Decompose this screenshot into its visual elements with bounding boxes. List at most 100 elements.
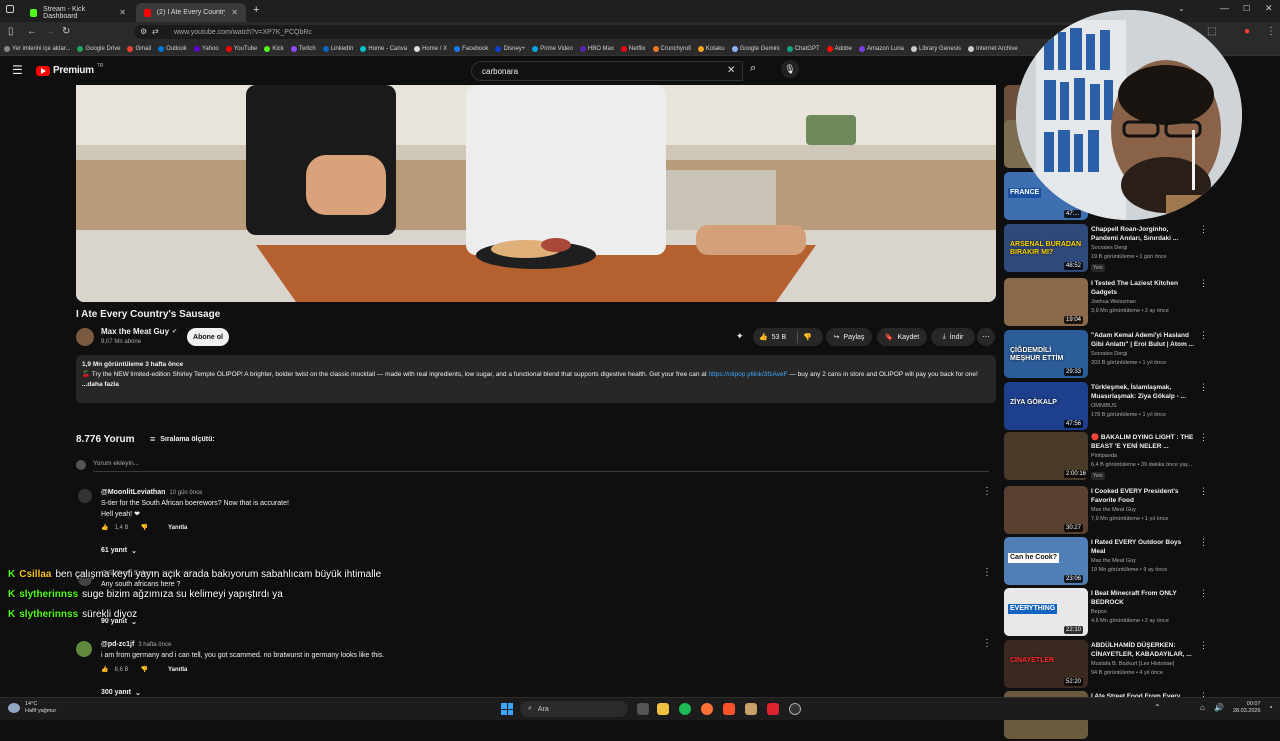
bookmark-adobe[interactable]: Adobe — [826, 45, 852, 52]
tray-chevron-icon[interactable]: ⌃ — [1154, 703, 1161, 712]
channel-name[interactable]: Socrates Dergi — [1091, 351, 1127, 357]
comment-menu-icon[interactable]: ⋮ — [982, 638, 992, 649]
video-menu-icon[interactable]: ⋮ — [1199, 640, 1208, 651]
bookmark-gmail[interactable]: Gmail — [127, 45, 151, 52]
bookmark-prime-video[interactable]: Prime Video — [532, 45, 573, 52]
channel-name[interactable]: Max the Meat Guy — [1091, 558, 1136, 564]
bookmark-internet-archive[interactable]: Internet Archive — [968, 45, 1018, 52]
profile-icon[interactable]: ● — [1244, 26, 1250, 37]
forward-icon[interactable]: → — [45, 26, 55, 37]
word-icon[interactable] — [767, 703, 779, 715]
video-menu-icon[interactable]: ⋮ — [1199, 382, 1208, 393]
show-more-link[interactable]: ...daha fazla — [82, 380, 990, 390]
bookmark-kick[interactable]: Kick — [264, 45, 284, 52]
video-menu-icon[interactable]: ⋮ — [1199, 330, 1208, 341]
notification-icon[interactable]: ◔ — [1268, 703, 1273, 712]
recommended-video[interactable]: 2:00:16 🔴 BAKALIM DYING LIGHT : THE BEAST… — [1004, 432, 1208, 482]
bookmark-outlook[interactable]: Outlook — [158, 45, 187, 52]
bookmark-import[interactable]: Yer imlerini içe aktar... — [4, 45, 70, 52]
subscribe-button[interactable]: Abone ol — [187, 328, 229, 346]
bookmark-youtube[interactable]: YouTube — [225, 45, 257, 52]
video-title[interactable]: I Beat Minecraft From ONLY BEDROCK — [1091, 589, 1196, 607]
bookmark-amazon-luna[interactable]: Amazon Luna — [858, 45, 904, 52]
thumbs-up-icon[interactable]: 👍 — [101, 666, 108, 673]
bookmark-netflix[interactable]: Netflix — [620, 45, 646, 52]
video-menu-icon[interactable]: ⋮ — [1199, 486, 1208, 497]
bookmark-disney[interactable]: Disney+ — [495, 45, 525, 52]
back-icon[interactable]: ← — [27, 26, 37, 37]
comment-avatar[interactable] — [78, 489, 92, 503]
bookmark-facebook[interactable]: Facebook — [454, 45, 488, 52]
spotify-icon[interactable] — [679, 703, 691, 715]
bookmark-kotaku[interactable]: Kotaku — [697, 45, 725, 52]
chevron-down-icon[interactable]: ⌄ — [1178, 4, 1185, 13]
bookmark-gemini[interactable]: Google Gemini — [731, 45, 780, 52]
obs-icon[interactable] — [789, 703, 801, 715]
bookmark-chatgpt[interactable]: ChatGPT — [786, 45, 820, 52]
video-title[interactable]: Chappell Roan-Jorginho, Pandemi Anıları,… — [1091, 225, 1196, 243]
comment-author[interactable]: @pd-zc1jf — [101, 641, 134, 648]
sidebar-toggle-icon[interactable]: ▯ — [8, 26, 14, 37]
reload-icon[interactable]: ↻ — [62, 26, 70, 37]
video-menu-icon[interactable]: ⋮ — [1199, 224, 1208, 235]
reply-button[interactable]: Yanıtla — [168, 525, 187, 531]
close-tab-icon[interactable]: ✕ — [119, 8, 126, 17]
file-explorer-icon[interactable] — [657, 703, 669, 715]
tab-youtube-video[interactable]: (2) I Ate Every Country's Sausag ✕ — [136, 3, 246, 22]
bookmark-yahoo[interactable]: Yahoo — [193, 45, 219, 52]
thumbs-down-icon[interactable]: 👎 — [141, 524, 148, 531]
bookmark-twitch[interactable]: Twitch — [290, 45, 316, 52]
comment-avatar[interactable] — [76, 641, 92, 657]
description-link[interactable]: https://olipop.ytlink/3fzAveF — [709, 371, 788, 378]
more-actions-button[interactable]: ⋯ — [977, 328, 995, 346]
address-bar[interactable]: ⚙ ⇄ www.youtube.com/watch?v=XP7K_PCQbRc — [134, 25, 1184, 39]
video-title[interactable]: ABDÜLHAMİD DÜŞERKEN: CİNAYETLER, KABADAY… — [1091, 641, 1196, 659]
channel-avatar[interactable] — [76, 328, 94, 346]
channel-name[interactable]: OMNIBUS — [1091, 403, 1117, 409]
bookmark-hbo-max[interactable]: HBO Max — [579, 45, 614, 52]
youtube-logo[interactable]: Premium TR — [36, 63, 103, 76]
video-title[interactable]: I Cooked EVERY President's Favorite Food — [1091, 487, 1196, 505]
clock[interactable]: 00:07 28.03.2026 — [1233, 701, 1261, 715]
add-comment-input[interactable]: Yorum ekleyin... — [93, 460, 989, 472]
bookmark-crunchyroll[interactable]: Crunchyroll — [652, 45, 691, 52]
minimize-button[interactable]: — — [1220, 3, 1229, 13]
bookmark-x[interactable]: Home / X — [414, 45, 447, 52]
channel-name[interactable]: Joshua Weissman — [1091, 299, 1136, 305]
volume-icon[interactable]: 🔊 — [1214, 703, 1224, 712]
search-input[interactable]: carbonara ✕ — [471, 61, 743, 81]
close-tab-icon[interactable]: ✕ — [231, 8, 238, 17]
sponsor-icon[interactable]: ✦ — [736, 331, 744, 342]
search-icon[interactable]: ⌕ — [750, 62, 756, 75]
comment-menu-icon[interactable]: ⋮ — [982, 486, 992, 497]
hamburger-menu-icon[interactable]: ☰ — [12, 63, 23, 77]
recommended-video[interactable]: 30:27 I Cooked EVERY President's Favorite… — [1004, 486, 1208, 536]
network-icon[interactable]: ⌂ — [1200, 703, 1205, 712]
video-player[interactable] — [76, 85, 996, 302]
recommended-video[interactable]: 19:04 I Tested The Laziest Kitchen Gadget… — [1004, 278, 1208, 328]
close-window-button[interactable]: ✕ — [1265, 3, 1273, 14]
channel-name[interactable]: Max the Meat Guy ✔ — [101, 327, 177, 336]
sort-button[interactable]: ≡ Sıralama ölçütü: — [150, 434, 215, 444]
share-button[interactable]: ↪ Paylaş — [826, 328, 872, 346]
video-title[interactable]: 🔴 BAKALIM DYING LIGHT : THE BEAST 'E YEN… — [1091, 433, 1196, 451]
browser-menu-icon[interactable] — [6, 5, 14, 13]
video-title[interactable]: I Rated EVERY Outdoor Boys Meal — [1091, 538, 1196, 556]
channel-name[interactable]: Mustafa B. Bozkurt [Lex Historiae] — [1091, 661, 1174, 667]
menu-icon[interactable]: ⋮ — [1266, 26, 1276, 37]
video-title[interactable]: "Adam Kemal Ademi'yi Hasland Gibi Anlatt… — [1091, 331, 1196, 349]
new-tab-button[interactable]: + — [253, 4, 259, 16]
brave-icon[interactable] — [723, 703, 735, 715]
channel-name[interactable]: Bepoo — [1091, 609, 1107, 615]
description-box[interactable]: 1,9 Mn görüntüleme 3 hafta önce 🍒 Try th… — [76, 355, 996, 403]
tab-kick-dashboard[interactable]: Stream - Kick Dashboard ✕ — [22, 3, 134, 22]
weather-icon[interactable] — [8, 703, 20, 713]
video-menu-icon[interactable]: ⋮ — [1199, 537, 1208, 548]
comment-author[interactable]: @MoonlitLeviathan — [101, 489, 165, 496]
video-title[interactable]: I Tested The Laziest Kitchen Gadgets — [1091, 279, 1196, 297]
thumbs-down-icon[interactable]: 👎 — [141, 666, 148, 673]
channel-name[interactable]: Max the Meat Guy — [1091, 507, 1136, 513]
channel-name[interactable]: Pintipanda — [1091, 453, 1117, 459]
bookmark-canva[interactable]: Home - Canva — [360, 45, 407, 52]
microphone-icon[interactable]: 🎙 — [781, 60, 799, 78]
